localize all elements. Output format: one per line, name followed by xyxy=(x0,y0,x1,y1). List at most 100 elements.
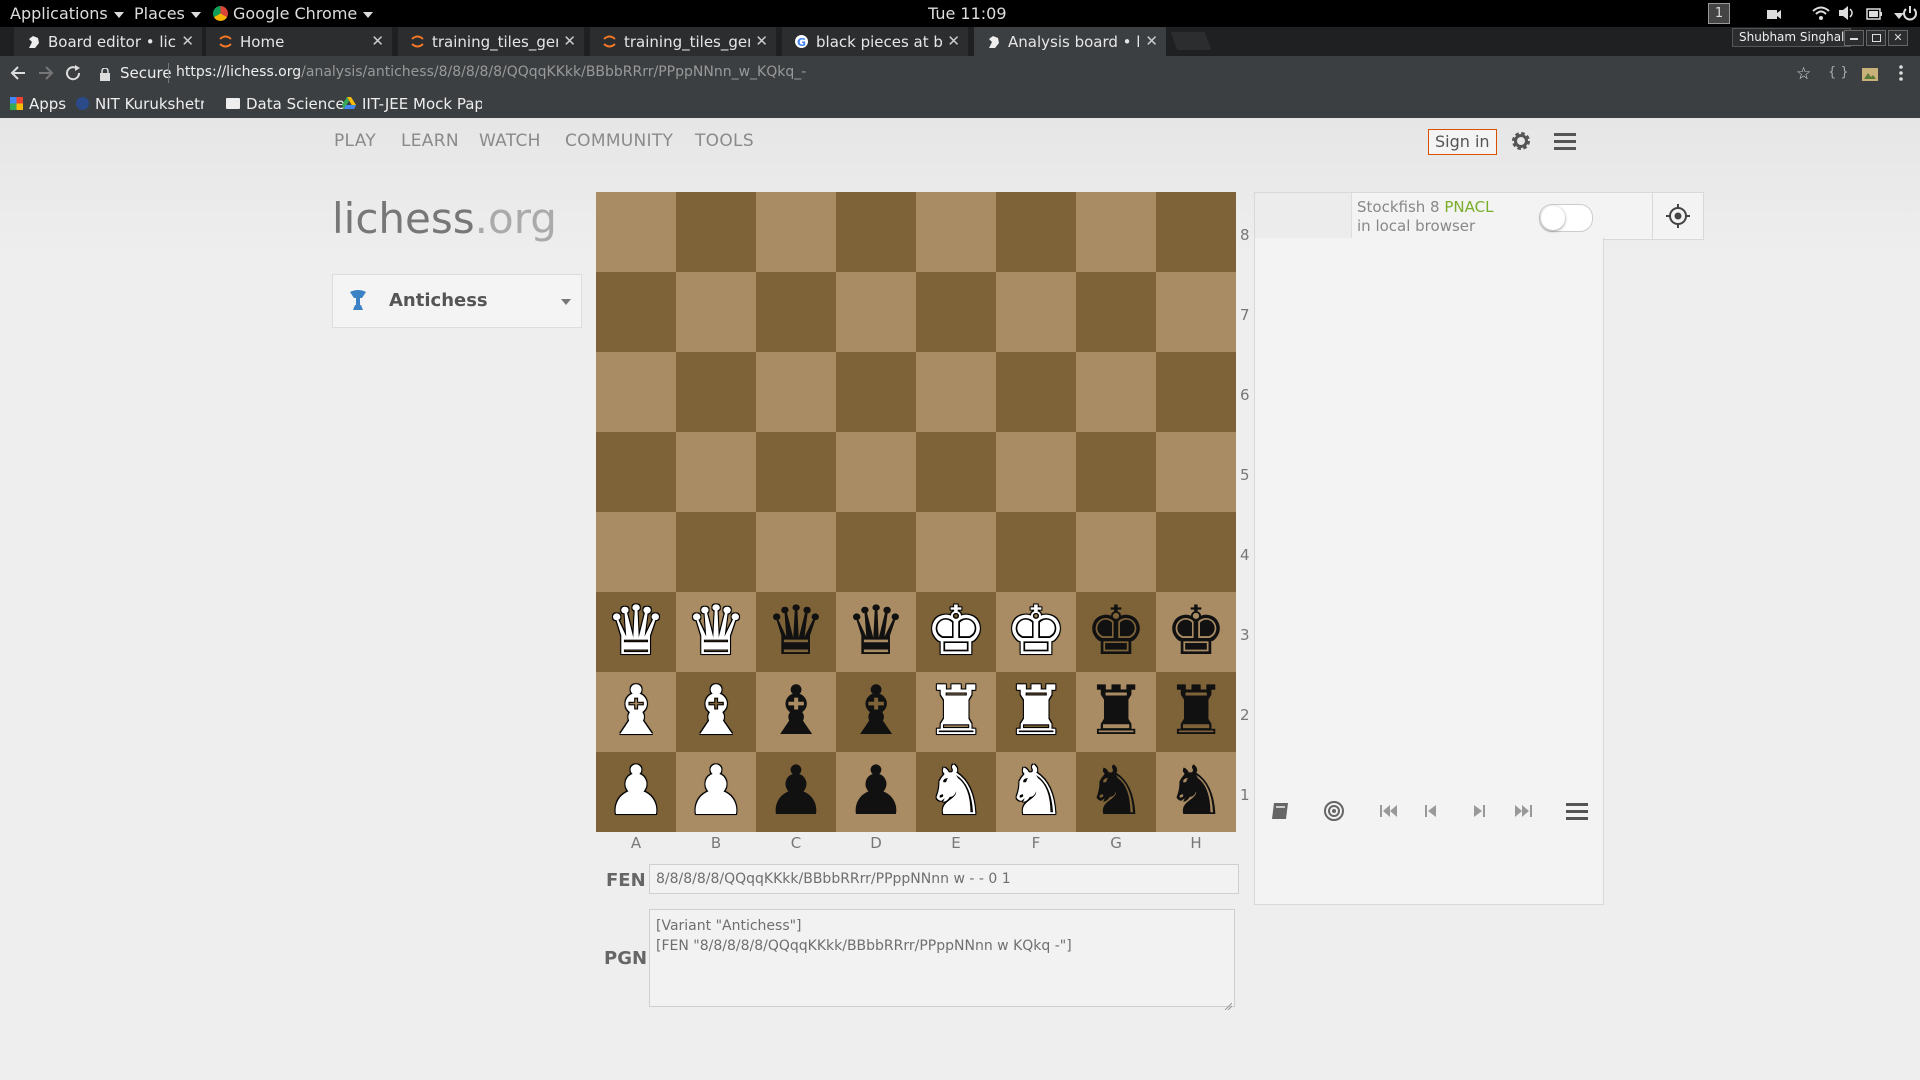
square-d4[interactable] xyxy=(836,512,916,592)
hamburger-menu-icon[interactable] xyxy=(1554,132,1576,150)
square-h7[interactable] xyxy=(1156,272,1236,352)
white-pawn-piece[interactable]: ♟ xyxy=(676,752,756,832)
bookmark-iit-jee[interactable]: IIT-JEE Mock Pap xyxy=(342,95,482,113)
square-b8[interactable] xyxy=(676,192,756,272)
white-knight-piece[interactable]: ♞ xyxy=(996,752,1076,832)
tab-training-tiles-1[interactable]: training_tiles_gener ✕ xyxy=(398,27,584,56)
first-move-icon[interactable] xyxy=(1379,803,1399,819)
black-king-piece[interactable]: ♚ xyxy=(1076,592,1156,672)
resize-handle-icon[interactable] xyxy=(1224,996,1233,1011)
square-b6[interactable] xyxy=(676,352,756,432)
white-king-piece[interactable]: ♚ xyxy=(996,592,1076,672)
variant-selector[interactable]: Antichess xyxy=(332,274,582,328)
white-knight-piece[interactable]: ♞ xyxy=(916,752,996,832)
sign-in-button[interactable]: Sign in xyxy=(1428,129,1497,155)
target-icon[interactable] xyxy=(1323,800,1345,822)
square-b4[interactable] xyxy=(676,512,756,592)
square-d7[interactable] xyxy=(836,272,916,352)
close-icon[interactable]: ✕ xyxy=(947,32,960,50)
square-e4[interactable] xyxy=(916,512,996,592)
black-bishop-piece[interactable]: ♝ xyxy=(756,672,836,752)
next-move-icon[interactable] xyxy=(1471,803,1487,819)
battery-icon[interactable] xyxy=(1866,6,1884,20)
black-knight-piece[interactable]: ♞ xyxy=(1076,752,1156,832)
square-h6[interactable] xyxy=(1156,352,1236,432)
nav-community[interactable]: COMMUNITY xyxy=(565,131,673,151)
volume-icon[interactable] xyxy=(1838,5,1856,21)
image-extension-icon[interactable] xyxy=(1862,66,1878,81)
bookmark-data-science[interactable]: Data Science xyxy=(226,95,345,113)
square-h5[interactable] xyxy=(1156,432,1236,512)
square-b5[interactable] xyxy=(676,432,756,512)
square-a4[interactable] xyxy=(596,512,676,592)
last-move-icon[interactable] xyxy=(1513,803,1533,819)
square-e7[interactable] xyxy=(916,272,996,352)
minimize-window-button[interactable] xyxy=(1844,30,1864,46)
close-icon[interactable]: ✕ xyxy=(1145,32,1158,50)
nav-tools[interactable]: TOOLS xyxy=(695,131,754,151)
close-icon[interactable]: ✕ xyxy=(755,32,768,50)
crosshair-button[interactable] xyxy=(1652,192,1704,240)
chess-board[interactable]: ♛ ♛ ♛ ♛ ♚ ♚ ♚ ♚ ♝ ♝ ♝ ♝ ♜ ♜ ♜ ♜ ♟ ♟ ♟ ♟ ♞ ♞ ♞ ♞ xyxy=(596,192,1236,832)
square-e5[interactable] xyxy=(916,432,996,512)
close-window-button[interactable]: ✕ xyxy=(1888,30,1908,46)
forward-arrow-icon[interactable] xyxy=(36,64,56,82)
square-b7[interactable] xyxy=(676,272,756,352)
white-pawn-piece[interactable]: ♟ xyxy=(596,752,676,832)
profile-name[interactable]: Shubham Singhal xyxy=(1732,28,1852,47)
black-queen-piece[interactable]: ♛ xyxy=(836,592,916,672)
lichess-logo[interactable]: lichess.org xyxy=(332,194,557,243)
tab-training-tiles-2[interactable]: training_tiles_gener ✕ xyxy=(590,27,776,56)
square-d5[interactable] xyxy=(836,432,916,512)
square-c7[interactable] xyxy=(756,272,836,352)
square-h4[interactable] xyxy=(1156,512,1236,592)
url-field[interactable]: https://lichess.org/analysis/antichess/8… xyxy=(176,64,1776,80)
square-c4[interactable] xyxy=(756,512,836,592)
black-pawn-piece[interactable]: ♟ xyxy=(756,752,836,832)
back-arrow-icon[interactable] xyxy=(8,64,28,82)
power-icon[interactable] xyxy=(1902,5,1918,21)
square-f5[interactable] xyxy=(996,432,1076,512)
white-queen-piece[interactable]: ♛ xyxy=(596,592,676,672)
square-c8[interactable] xyxy=(756,192,836,272)
clock[interactable]: Tue 11:09 xyxy=(928,4,1007,23)
white-king-piece[interactable]: ♚ xyxy=(916,592,996,672)
black-pawn-piece[interactable]: ♟ xyxy=(836,752,916,832)
black-queen-piece[interactable]: ♛ xyxy=(756,592,836,672)
square-e8[interactable] xyxy=(916,192,996,272)
square-a6[interactable] xyxy=(596,352,676,432)
previous-move-icon[interactable] xyxy=(1423,803,1439,819)
chrome-menu-icon[interactable] xyxy=(1898,64,1904,82)
square-f4[interactable] xyxy=(996,512,1076,592)
fen-input[interactable]: 8/8/8/8/8/QQqqKKkk/BBbbRRrr/PPppNNnn w -… xyxy=(649,864,1239,894)
tab-board-editor[interactable]: Board editor • liche ✕ xyxy=(14,27,202,56)
close-icon[interactable]: ✕ xyxy=(181,32,194,50)
video-call-icon[interactable] xyxy=(1766,6,1782,20)
restore-window-button[interactable] xyxy=(1866,30,1886,46)
white-queen-piece[interactable]: ♛ xyxy=(676,592,756,672)
square-f7[interactable] xyxy=(996,272,1076,352)
engine-toggle[interactable] xyxy=(1539,204,1593,232)
square-d6[interactable] xyxy=(836,352,916,432)
tab-analysis-board[interactable]: Analysis board • lich ✕ xyxy=(974,27,1166,56)
square-g6[interactable] xyxy=(1076,352,1156,432)
white-bishop-piece[interactable]: ♝ xyxy=(676,672,756,752)
bookmark-apps[interactable]: Apps xyxy=(10,95,66,113)
gear-icon[interactable] xyxy=(1510,130,1532,152)
nav-play[interactable]: PLAY xyxy=(334,131,376,151)
workspace-indicator[interactable]: 1 xyxy=(1708,3,1730,24)
reload-icon[interactable] xyxy=(64,64,84,82)
bookmark-nit-kurukshetra[interactable]: NIT Kurukshetra L xyxy=(76,95,204,113)
square-f6[interactable] xyxy=(996,352,1076,432)
square-f8[interactable] xyxy=(996,192,1076,272)
nav-watch[interactable]: WATCH xyxy=(479,131,541,151)
pgn-textarea[interactable]: [Variant "Antichess"] [FEN "8/8/8/8/8/QQ… xyxy=(649,909,1235,1011)
square-g5[interactable] xyxy=(1076,432,1156,512)
white-bishop-piece[interactable]: ♝ xyxy=(596,672,676,752)
square-a7[interactable] xyxy=(596,272,676,352)
tab-home[interactable]: Home ✕ xyxy=(206,27,392,56)
lock-icon[interactable] xyxy=(100,66,110,81)
places-menu[interactable]: Places xyxy=(134,4,201,23)
black-knight-piece[interactable]: ♞ xyxy=(1156,752,1236,832)
square-g7[interactable] xyxy=(1076,272,1156,352)
